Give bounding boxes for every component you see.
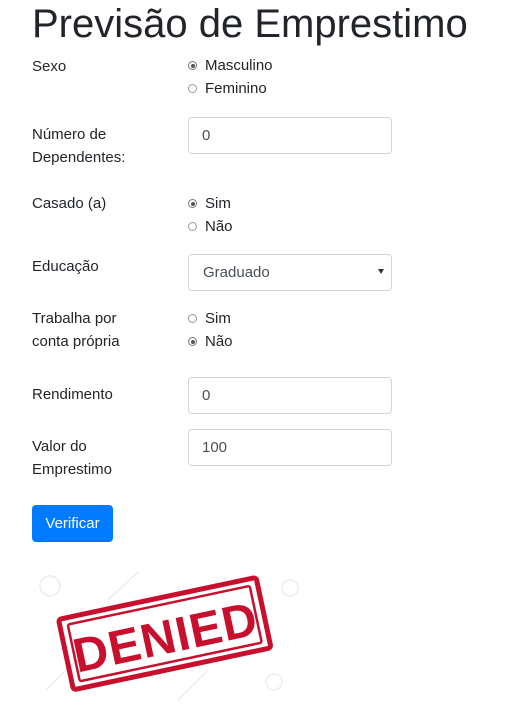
radio-casado-nao[interactable]: Não <box>188 215 233 238</box>
radio-label: Sim <box>205 195 231 212</box>
radio-unchecked-icon[interactable] <box>188 314 197 323</box>
dependentes-label: Número de Dependentes: <box>32 123 125 169</box>
trabalha-label: Trabalha por conta própria <box>32 307 120 353</box>
educacao-selected-value: Graduado <box>203 264 270 281</box>
emprestimo-label-line2: Emprestimo <box>32 461 113 478</box>
radio-unchecked-icon[interactable] <box>188 84 197 93</box>
radio-unchecked-icon[interactable] <box>188 222 197 231</box>
emprestimo-label-line1: Valor do <box>32 438 87 455</box>
radio-label: Sim <box>205 310 231 327</box>
rendimento-label: Rendimento <box>32 386 113 403</box>
radio-label: Feminino <box>205 80 267 97</box>
radio-label: Masculino <box>205 57 273 74</box>
educacao-select[interactable]: Graduado <box>188 254 392 291</box>
denied-stamp-image: DENIED <box>28 560 303 710</box>
emprestimo-input[interactable] <box>188 429 392 466</box>
dependentes-input[interactable] <box>188 117 392 154</box>
radio-checked-icon[interactable] <box>188 337 197 346</box>
page-title: Previsão de Emprestimo <box>32 2 468 46</box>
dependentes-label-line1: Número de <box>32 126 107 143</box>
radio-checked-icon[interactable] <box>188 199 197 208</box>
stamp-svg: DENIED <box>39 571 299 701</box>
radio-sexo-masculino[interactable]: Masculino <box>188 54 273 77</box>
chevron-down-icon <box>378 269 384 274</box>
dependentes-label-line2: Dependentes: <box>32 149 126 166</box>
radio-trabalha-nao[interactable]: Não <box>188 330 233 353</box>
stamp-group: DENIED <box>56 575 273 692</box>
sexo-label: Sexo <box>32 58 67 75</box>
educacao-label: Educação <box>32 258 99 275</box>
trabalha-label-line2: conta própria <box>32 333 120 350</box>
radio-sexo-feminino[interactable]: Feminino <box>188 77 267 100</box>
casado-label: Casado (a) <box>32 195 107 212</box>
trabalha-label-line1: Trabalha por <box>32 310 117 327</box>
radio-trabalha-sim[interactable]: Sim <box>188 307 231 330</box>
radio-casado-sim[interactable]: Sim <box>188 192 231 215</box>
radio-checked-icon[interactable] <box>188 61 197 70</box>
radio-label: Não <box>205 218 233 235</box>
emprestimo-label: Valor do Emprestimo <box>32 435 112 481</box>
rendimento-input[interactable] <box>188 377 392 414</box>
verificar-button[interactable]: Verificar <box>32 505 113 542</box>
radio-label: Não <box>205 333 233 350</box>
